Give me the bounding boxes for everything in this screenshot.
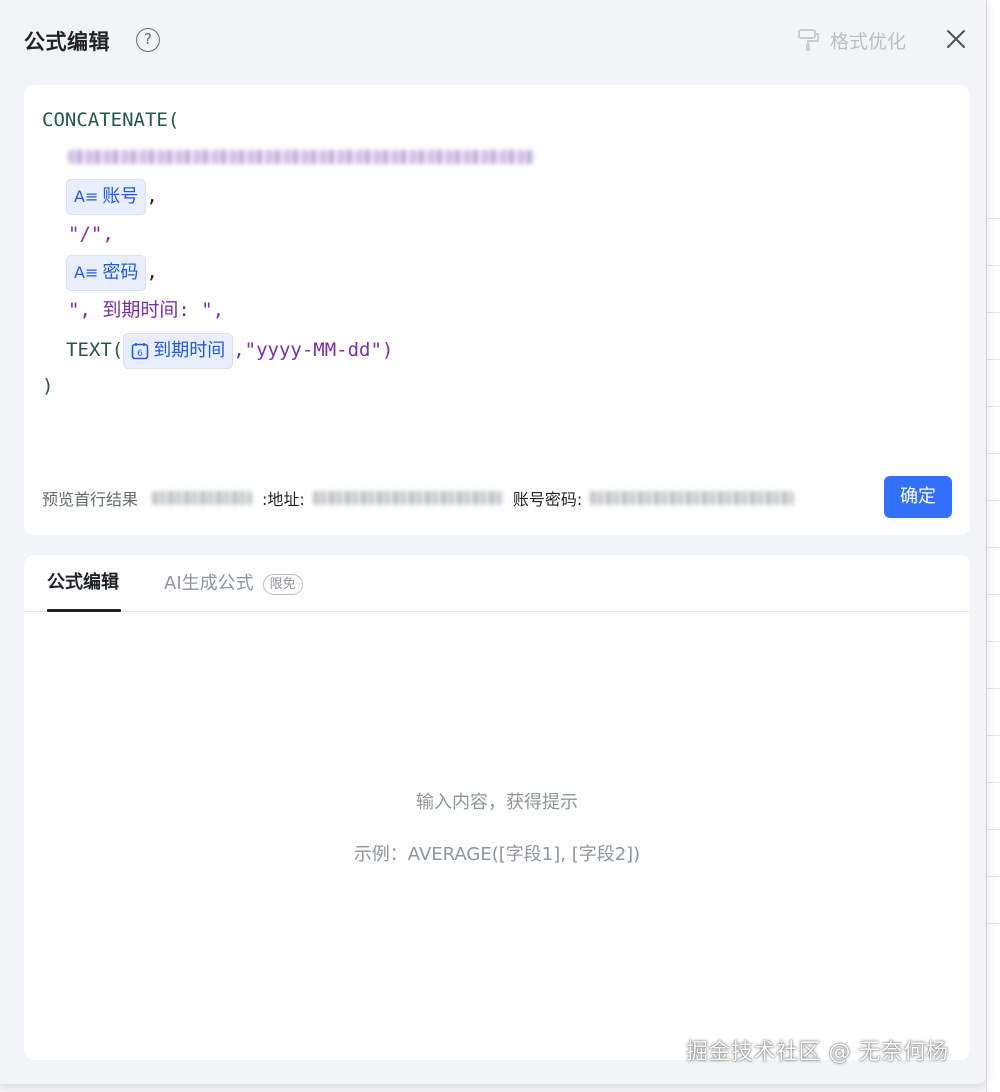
formula-dialog: 公式编辑 ? 格式优化 CONCATENATE( A≡ 账号 , "/", A≡… [0,0,986,1084]
code-line-2 [68,141,534,171]
help-icon[interactable]: ? [136,28,160,52]
account-password-label: 账号密码: [512,490,583,509]
svg-text:6: 6 [137,349,143,359]
redacted-string [68,149,534,164]
formula-editor[interactable]: CONCATENATE( A≡ 账号 , "/", A≡ 密码 , ", 到期时… [24,85,970,535]
concatenate-function: CONCATENATE( [42,109,180,131]
code-line-4: "/", [68,219,114,249]
paint-roller-icon [798,29,819,51]
text-function: TEXT( [66,339,124,361]
format-optimize-label: 格式优化 [830,30,907,53]
tab-formula-edit[interactable]: 公式编辑 [47,569,121,612]
background-row [987,501,1000,548]
text-field-icon: A≡ [74,262,99,282]
text-field-icon: A≡ [74,186,99,206]
background-row [987,783,1000,830]
field-chip-account[interactable]: A≡ 账号 [66,178,147,215]
string-slash: "/", [68,223,114,245]
preview-row: 预览首行结果 :地址: 账号密码: [42,478,952,518]
example-hint: 示例：AVERAGE([字段1], [字段2]) [353,844,641,865]
background-row [987,219,1000,266]
field-chip-label: 账号 [102,185,139,207]
redacted-value [312,491,503,505]
confirm-button[interactable]: 确定 [884,476,952,518]
field-chip-label: 到期时间 [153,339,226,361]
date-format-arg: ,"yyyy-MM-dd") [233,339,394,361]
free-badge: 限免 [262,573,303,595]
background-row [987,548,1000,595]
close-icon[interactable] [944,27,968,51]
empty-hint: 输入内容，获得提示 [416,792,578,813]
background-row [987,736,1000,783]
background-row [987,407,1000,454]
dialog-header: 公式编辑 ? 格式优化 [0,0,986,82]
redacted-value [152,491,253,505]
background-row [987,360,1000,407]
background-row [987,877,1000,924]
background-row [987,689,1000,736]
background-row [987,642,1000,689]
preview-label: 预览首行结果 [42,490,139,509]
code-line-7: TEXT( 6 到期时间 ,"yyyy-MM-dd") [66,331,393,369]
field-chip-label: 密码 [102,261,139,283]
formula-helper-panel: 公式编辑 AI生成公式 限免 输入内容，获得提示 示例：AVERAGE([字段1… [24,555,970,1060]
dialog-title: 公式编辑 [24,30,110,54]
comma: , [146,261,158,283]
string-expiry-label: ", 到期时间: ", [68,299,225,321]
helper-tabs: 公式编辑 AI生成公式 限免 [24,555,970,612]
code-line-8: ) [42,371,53,401]
field-chip-password[interactable]: A≡ 密码 [66,254,147,291]
code-line-5: A≡ 密码 , [66,253,158,291]
background-row [987,454,1000,501]
tab-ai-label: AI生成公式 [164,573,254,594]
address-label: :地址: [262,490,305,509]
background-row [987,172,1000,219]
redacted-value [590,491,795,505]
comma: , [146,185,158,207]
background-row [987,595,1000,642]
tab-ai-generate[interactable]: AI生成公式 限免 [164,569,303,599]
watermark: 掘金技术社区 @ 无奈何杨 [686,1040,949,1065]
background-row [987,830,1000,877]
field-chip-expiry[interactable]: 6 到期时间 [123,332,234,369]
code-line-3: A≡ 账号 , [66,177,158,215]
calendar-icon: 6 [131,342,149,359]
background-row [987,313,1000,360]
format-optimize-button[interactable]: 格式优化 [796,26,906,54]
background-table-strip [986,0,1000,1092]
code-line-6: ", 到期时间: ", [68,295,224,325]
code-line-1: CONCATENATE( [42,105,179,135]
background-row [987,266,1000,313]
closing-paren: ) [42,375,54,397]
